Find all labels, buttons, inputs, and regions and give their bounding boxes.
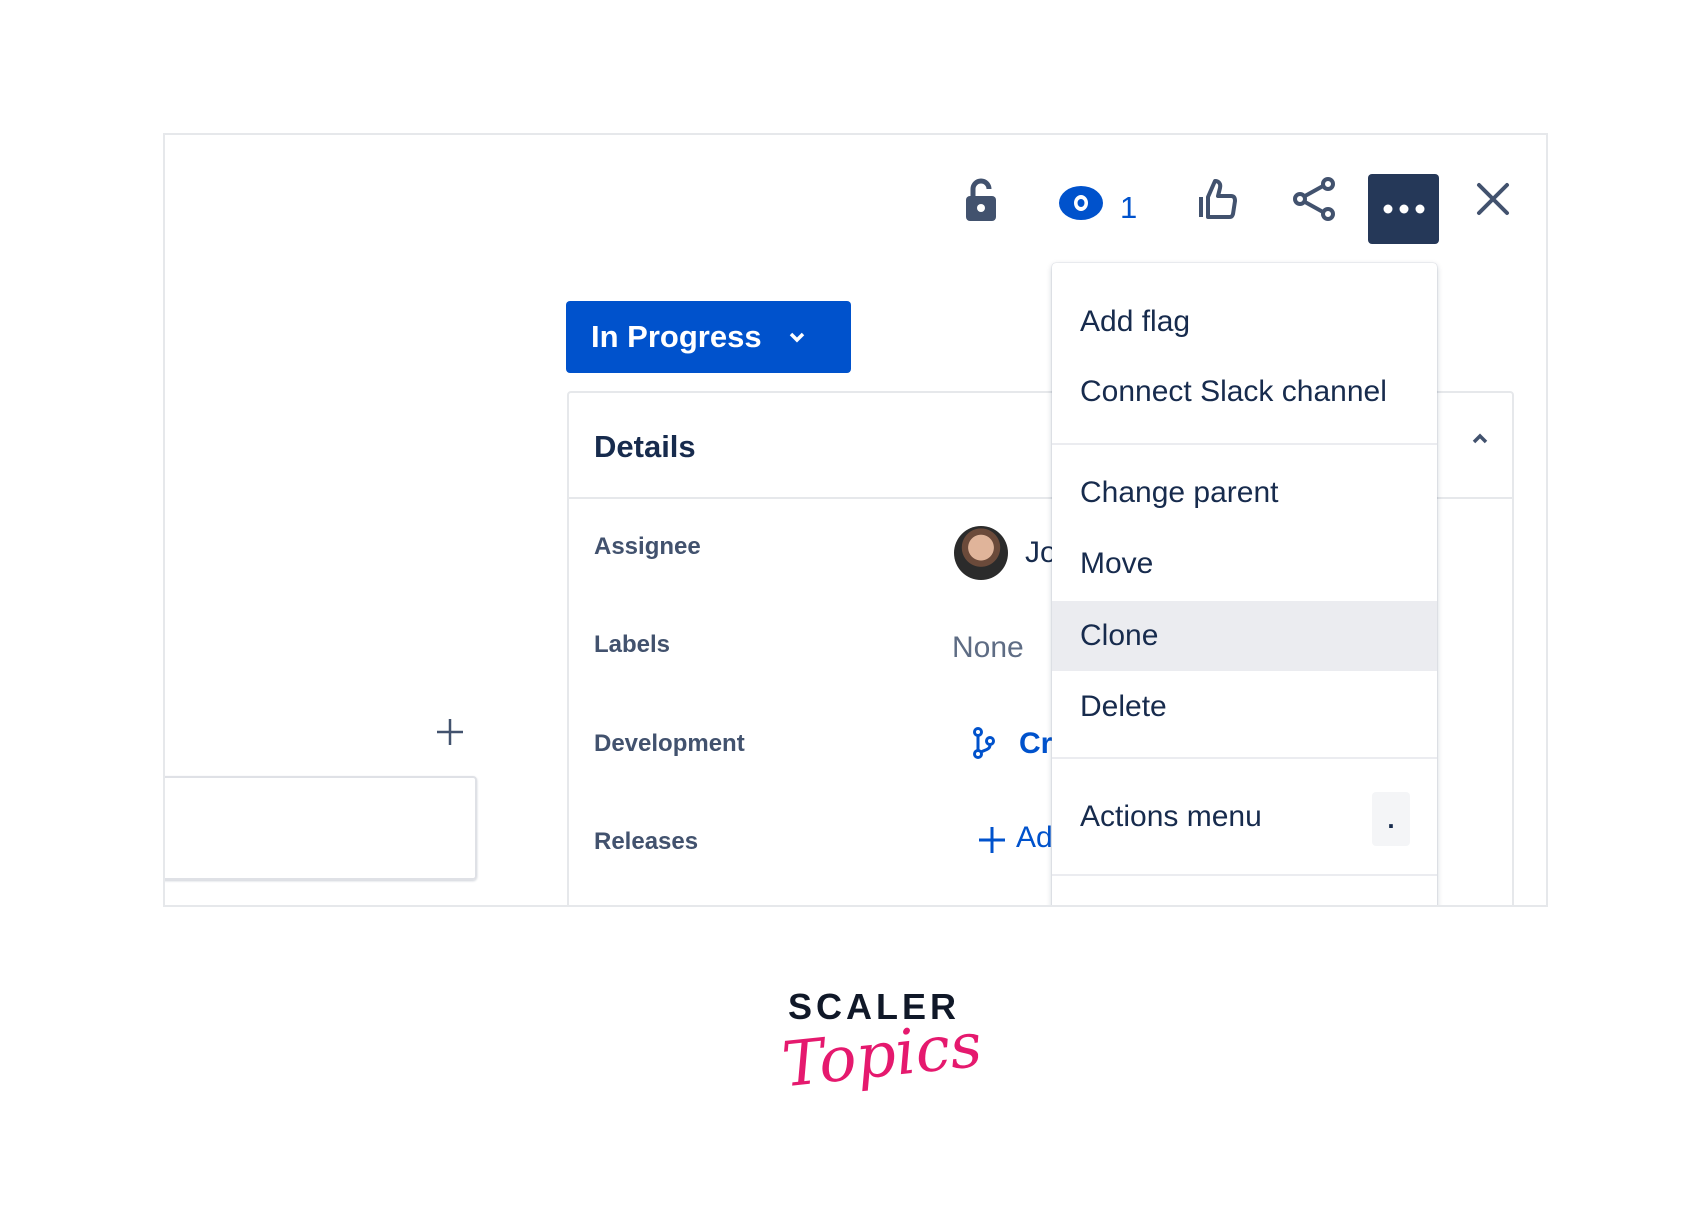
watch-count[interactable]: 1 [1120, 190, 1137, 226]
details-title: Details [594, 429, 696, 464]
status-label: In Progress [591, 319, 762, 354]
chevron-up-icon[interactable] [1469, 431, 1491, 447]
add-icon[interactable] [977, 825, 1007, 855]
more-icon [1383, 204, 1424, 214]
more-actions-menu: Add flag Connect Slack channel Change pa… [1052, 263, 1437, 905]
avatar [954, 526, 1008, 580]
menu-divider [1052, 757, 1437, 759]
menu-divider [1052, 874, 1437, 876]
thumbs-up-icon[interactable] [1198, 177, 1238, 221]
menu-item-delete[interactable]: Delete [1052, 673, 1437, 741]
menu-item-change-parent[interactable]: Change parent [1052, 459, 1437, 527]
menu-item-clone[interactable]: Clone [1052, 601, 1437, 671]
labels-value[interactable]: None [952, 631, 1024, 665]
labels-label: Labels [594, 631, 671, 658]
add-release-link[interactable]: Ad [1016, 821, 1053, 855]
status-dropdown[interactable]: In Progress [566, 301, 851, 373]
menu-divider [1052, 443, 1437, 445]
keyboard-shortcut-badge: . [1372, 792, 1410, 846]
input-box[interactable] [165, 776, 477, 880]
assignee-label: Assignee [594, 533, 701, 560]
add-icon[interactable] [433, 715, 467, 749]
issue-panel: 1 In Progress Details Assignee Jo Labels… [163, 133, 1548, 907]
more-actions-button[interactable] [1368, 174, 1439, 244]
create-branch-link[interactable]: Cr [1019, 727, 1052, 761]
eye-icon[interactable] [1058, 185, 1104, 221]
menu-item-label: Actions menu [1080, 800, 1262, 833]
close-icon[interactable] [1475, 181, 1511, 217]
share-icon[interactable] [1292, 177, 1336, 221]
menu-item-actions-menu[interactable]: Actions menu . [1052, 783, 1437, 851]
branch-icon [971, 726, 997, 760]
menu-item-connect-slack[interactable]: Connect Slack channel [1052, 358, 1437, 426]
menu-item-add-flag[interactable]: Add flag [1052, 288, 1437, 356]
unlock-icon[interactable] [962, 175, 1000, 225]
development-label: Development [594, 730, 745, 757]
menu-item-move[interactable]: Move [1052, 530, 1437, 598]
releases-label: Releases [594, 828, 699, 855]
chevron-down-icon [789, 332, 804, 343]
